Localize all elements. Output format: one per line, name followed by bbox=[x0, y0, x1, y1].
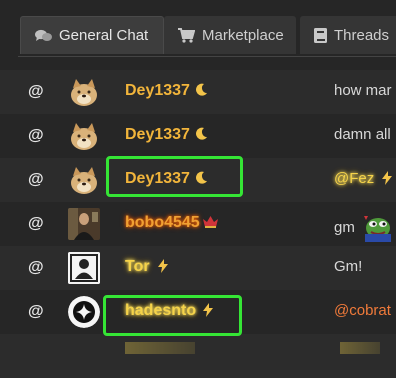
chat-row: @ Tor Gm! bbox=[0, 246, 396, 290]
mention-button[interactable]: @ bbox=[28, 127, 44, 145]
username[interactable]: Dey1337 bbox=[125, 126, 190, 144]
username[interactable]: bobo4545 bbox=[125, 214, 200, 232]
tab-label: Threads bbox=[334, 26, 390, 44]
message-text: damn all bbox=[334, 126, 391, 143]
username[interactable]: Dey1337 bbox=[125, 82, 190, 100]
pepe-emote-icon bbox=[363, 214, 393, 246]
mention-button[interactable]: @ bbox=[28, 215, 44, 233]
doge-avatar[interactable] bbox=[68, 76, 100, 108]
message-text: @Fez bbox=[334, 170, 393, 189]
message-text: @cobrat bbox=[334, 302, 391, 319]
username[interactable]: Tor bbox=[125, 258, 150, 276]
message-text: Gm! bbox=[334, 258, 363, 275]
highlight-box bbox=[106, 156, 243, 197]
chat-bubbles-icon bbox=[35, 29, 52, 43]
mention-button[interactable]: @ bbox=[28, 259, 44, 277]
tab-marketplace[interactable]: Marketplace bbox=[164, 16, 296, 54]
lightning-icon bbox=[158, 259, 168, 277]
mention-button[interactable]: @ bbox=[28, 171, 44, 189]
mention-link[interactable]: @Fez bbox=[334, 170, 374, 187]
tab-divider bbox=[18, 56, 396, 57]
mention-button[interactable]: @ bbox=[28, 83, 44, 101]
highlight-box bbox=[103, 295, 242, 336]
doge-avatar[interactable] bbox=[68, 164, 100, 196]
lightning-icon bbox=[382, 171, 393, 189]
moon-icon bbox=[196, 127, 208, 144]
mention-button[interactable]: @ bbox=[28, 303, 44, 321]
tab-label: Marketplace bbox=[202, 26, 284, 44]
doge-avatar[interactable] bbox=[68, 120, 100, 152]
photo-avatar[interactable] bbox=[68, 208, 100, 240]
person-silhouette-avatar[interactable] bbox=[68, 252, 100, 284]
message-text: gm bbox=[334, 214, 393, 246]
glow-text-fragment bbox=[340, 342, 380, 354]
cart-icon bbox=[178, 27, 195, 43]
chat-row: @ Dey1337 damn all bbox=[0, 114, 396, 158]
moon-icon bbox=[196, 83, 208, 100]
chat-row: @ Dey1337 how mar bbox=[0, 70, 396, 114]
chat-row: @ bobo4545 gm bbox=[0, 202, 396, 246]
mention-link[interactable]: @cobrat bbox=[334, 302, 391, 319]
book-icon bbox=[314, 27, 327, 43]
message-text: how mar bbox=[334, 82, 392, 99]
chat-row bbox=[0, 334, 396, 378]
crown-icon bbox=[203, 215, 218, 232]
chat-tab-bar: General Chat Marketplace Threads bbox=[0, 0, 396, 57]
tab-label: General Chat bbox=[59, 27, 149, 44]
glow-text-fragment bbox=[125, 342, 195, 354]
tab-general-chat[interactable]: General Chat bbox=[20, 16, 164, 54]
sparkle-avatar[interactable] bbox=[68, 296, 100, 328]
tab-threads[interactable]: Threads bbox=[300, 16, 396, 54]
